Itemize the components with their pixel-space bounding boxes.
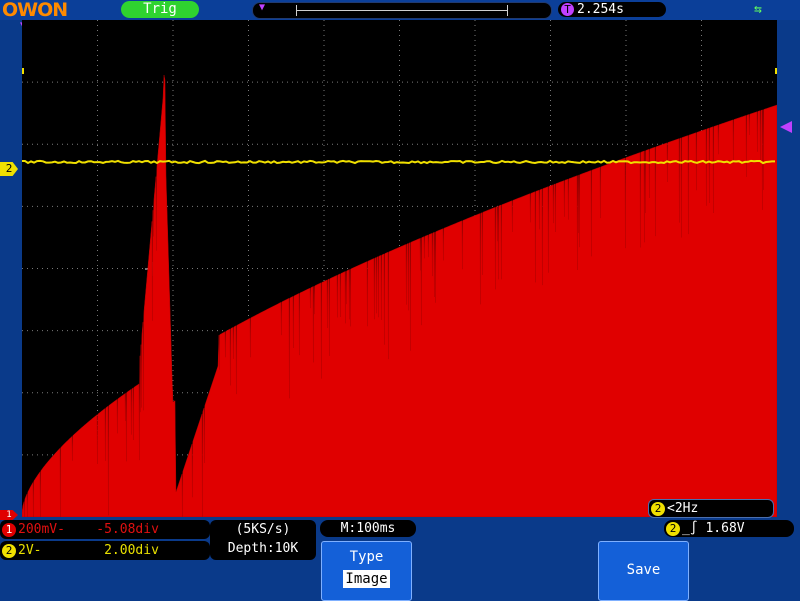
freq-source-badge: 2	[651, 501, 665, 516]
ch1-waveform	[22, 74, 777, 517]
trigger-source-badge: 2	[666, 521, 680, 536]
owon-logo: OWON	[2, 0, 68, 21]
trigger-level-marker-icon[interactable]	[780, 121, 792, 133]
top-status-bar: OWON Trig ▼ T 2.254s ⇆	[0, 0, 800, 20]
memory-position-bar[interactable]: ▼	[252, 2, 552, 19]
trigger-time-icon: T	[561, 3, 574, 16]
acquisition-info: (5KS/s) Depth:10K	[210, 520, 316, 560]
rising-edge-icon: _∫	[682, 521, 698, 536]
waveform-display[interactable]	[22, 20, 777, 517]
timebase[interactable]: M:100ms	[320, 520, 416, 537]
ch2-info[interactable]: 2 2V- 2.00div	[0, 541, 210, 560]
trigger-time-value: 2.254s	[577, 2, 624, 17]
ch2-ground-marker[interactable]: 2	[0, 162, 18, 176]
type-softkey[interactable]: Type Image	[321, 541, 412, 601]
ch1-badge: 1	[2, 522, 16, 537]
type-label: Type	[349, 549, 384, 565]
trigger-status-badge: Trig	[121, 1, 199, 18]
trigger-level: 1.68V	[705, 521, 745, 536]
trigger-frequency: <2Hz	[667, 501, 699, 516]
logo-text: OWON	[2, 0, 68, 21]
ch2-scale: 2V-	[18, 543, 42, 558]
trigger-info[interactable]: 2 _∫ 1.68V	[664, 520, 794, 537]
ch2-position: 2.00div	[104, 543, 159, 558]
trigger-position-marker-icon: ▼	[259, 2, 266, 13]
usb-icon: ⇆	[754, 2, 762, 17]
ch2-badge: 2	[2, 543, 16, 558]
memory-depth: Depth:10K	[227, 541, 299, 556]
trigger-frequency-box: 2 <2Hz	[648, 499, 774, 518]
type-value: Image	[343, 570, 390, 588]
trigger-time-offset: T 2.254s	[558, 2, 666, 17]
save-softkey[interactable]: Save	[598, 541, 689, 601]
ch1-scale: 200mV-	[18, 522, 65, 537]
waveform-svg	[22, 20, 777, 517]
ch1-position: -5.08div	[96, 522, 159, 537]
ch1-info[interactable]: 1 200mV- -5.08div	[0, 520, 210, 539]
ch1-ground-marker[interactable]: 1	[0, 510, 18, 520]
sample-rate: (5KS/s)	[235, 522, 291, 537]
